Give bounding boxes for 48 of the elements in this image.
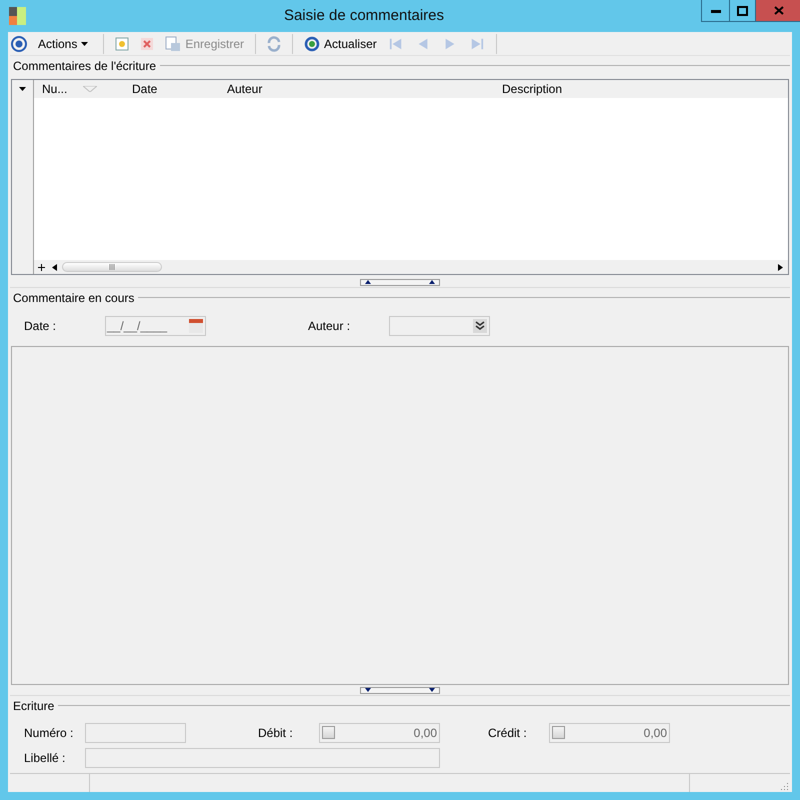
credit-label: Crédit : <box>488 724 528 742</box>
calendar-icon[interactable] <box>189 319 203 333</box>
group-title: Commentaire en cours <box>13 290 134 306</box>
sync-icon <box>266 36 282 52</box>
number-label: Numéro : <box>23 724 74 742</box>
column-header[interactable]: Auteur <box>219 80 496 98</box>
date-label: Date : <box>23 318 58 335</box>
close-icon <box>774 6 784 15</box>
resize-grip-icon[interactable] <box>780 782 788 790</box>
app-icon <box>9 7 27 25</box>
triangle-icon <box>388 36 403 50</box>
scrollbar-thumb[interactable] <box>62 262 162 272</box>
column-header[interactable]: Description <box>496 80 788 98</box>
label-field[interactable] <box>85 748 440 768</box>
triangle-icon <box>442 36 457 50</box>
column-header[interactable]: Nu... <box>34 80 124 98</box>
debit-label: Débit : <box>258 724 294 742</box>
scroll-left-icon[interactable] <box>52 264 58 270</box>
checkbox[interactable] <box>552 726 565 739</box>
maximize-icon <box>737 6 748 16</box>
minimize-icon <box>710 8 720 12</box>
sort-icon <box>83 86 98 92</box>
triangle-icon <box>470 36 484 50</box>
date-field[interactable]: __/__/____ <box>105 316 206 336</box>
splitter-handle[interactable] <box>360 278 440 286</box>
author-dropdown[interactable] <box>389 316 490 336</box>
column-header[interactable]: Date <box>124 80 219 98</box>
target-icon <box>11 36 27 52</box>
debit-field[interactable]: 0,00 <box>319 722 440 742</box>
scroll-right-icon[interactable] <box>778 264 784 270</box>
number-field[interactable] <box>85 722 186 742</box>
author-label: Auteur : <box>308 318 352 335</box>
checkbox[interactable] <box>322 726 335 739</box>
caret-icon <box>81 42 88 46</box>
double-chevron-icon <box>473 319 487 333</box>
splitter-handle[interactable] <box>360 686 440 694</box>
plus-icon[interactable] <box>38 264 44 270</box>
close-button[interactable] <box>756 0 800 21</box>
refresh-button[interactable]: Actualiser <box>300 34 381 54</box>
group-title: Commentaires de l'écriture <box>13 58 156 74</box>
group-title: Ecriture <box>13 698 54 714</box>
window-title: Saisie de commentaires <box>284 6 444 26</box>
actions-menu[interactable]: Actions <box>30 34 96 54</box>
refresh-icon <box>304 36 320 52</box>
credit-field[interactable]: 0,00 <box>549 722 670 742</box>
label-label: Libellé : <box>23 750 66 766</box>
dropdown-icon[interactable] <box>19 87 26 91</box>
delete-icon <box>141 38 154 50</box>
